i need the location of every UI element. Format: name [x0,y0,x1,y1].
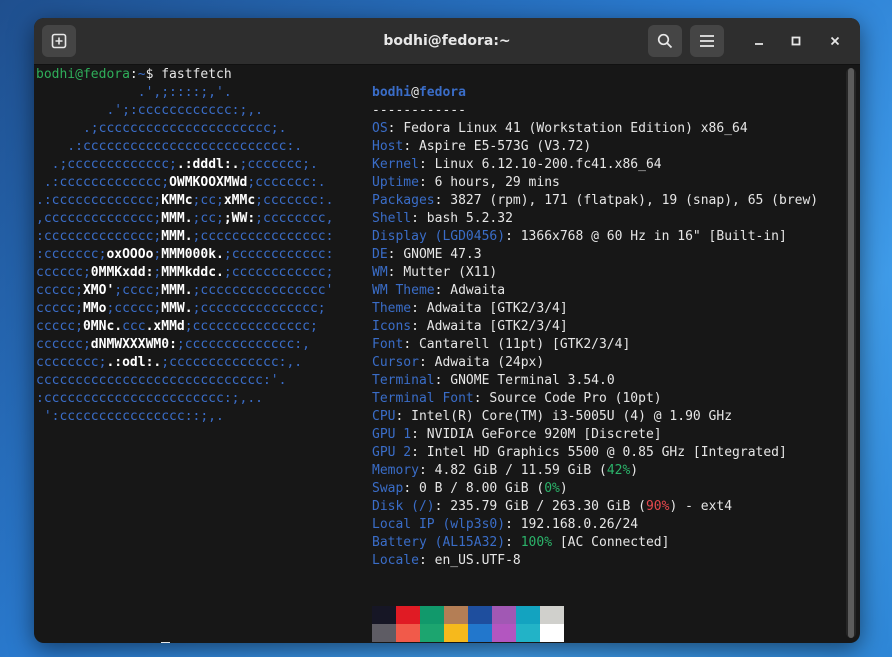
info-row: Uptime: 6 hours, 29 mins [372,175,560,190]
terminal-window: bodhi@fedora:~ bodhi@fedora:~$ fastfetch… [34,18,860,643]
minimize-icon [755,43,763,45]
palette-swatch [516,624,540,642]
info-row: Shell: bash 5.2.32 [372,211,513,226]
info-row: WM: Mutter (X11) [372,265,498,280]
palette-swatch [372,606,396,624]
logo-line: :ccccccccccccccccccccccc:;,.. [36,391,263,406]
scrollbar[interactable] [846,68,856,638]
info-row-memory: Memory: 4.82 GiB / 11.59 GiB (42%) [372,463,639,478]
maximize-icon [791,36,801,46]
palette-swatch [516,606,540,624]
minimize-button[interactable] [748,30,770,52]
maximize-button[interactable] [785,30,807,52]
logo-line: ccccc;XMO';cccc;MMM.;cccccccccccccccc' [36,283,334,298]
prompt-sep: : [129,67,138,82]
palette-swatch [492,624,516,642]
palette-swatch [396,606,420,624]
prompt-user-host: bodhi@fedora [36,67,130,82]
command-text: fastfetch [161,67,232,82]
palette-swatch [468,624,492,642]
info-host: fedora [418,85,466,100]
command-line: bodhi@fedora:~$ fastfetch [36,66,232,84]
logo-line: ccccccccccccccccccccccccccccc:'. [36,373,287,388]
prompt-path: ~ [137,67,146,82]
info-row: OS: Fedora Linux 41 (Workstation Edition… [372,121,748,136]
info-row: Terminal Font: Source Code Pro (10pt) [372,391,662,406]
info-row: GPU 2: Intel HD Graphics 5500 @ 0.85 GHz… [372,445,787,460]
logo-line: .:ccccccccccccc;KMMc;cc;xMMc;ccccccc:. [36,193,334,208]
info-row-swap: Swap: 0 B / 8.00 GiB (0%) [372,481,568,496]
info-row-battery: Battery (AL15A32): 100% [AC Connected] [372,535,670,550]
info-row: Font: Cantarell (11pt) [GTK2/3/4] [372,337,631,352]
info-row: Icons: Adwaita [GTK2/3/4] [372,319,568,334]
logo-line: .:ccccccccccccc;OWMKOOXMWd;ccccccc:. [36,175,326,190]
info-row: Theme: Adwaita [GTK2/3/4] [372,301,568,316]
info-row-locale: Locale: en_US.UTF-8 [372,553,521,568]
info-row-disk: Disk (/): 235.79 GiB / 263.30 GiB (90%) … [372,499,733,514]
info-row: Host: Aspire E5-573G (V3.72) [372,139,592,154]
scrollbar-thumb[interactable] [848,68,854,638]
logo-line: cccccc;0MMKxdd:;MMMkddc.;cccccccccccc; [36,265,334,280]
info-row: Packages: 3827 (rpm), 171 (flatpak), 19 … [372,193,819,208]
palette-swatch [420,606,444,624]
info-row-localip: Local IP (wlp3s0): 192.168.0.26/24 [372,517,639,532]
window-title: bodhi@fedora:~ [383,33,511,49]
search-button[interactable] [648,25,682,57]
palette-swatch [444,624,468,642]
palette-swatch [396,624,420,642]
info-row: Display (LGD0456): 1366x768 @ 60 Hz in 1… [372,229,787,244]
palette-swatch [420,624,444,642]
new-tab-icon [51,33,67,49]
info-at: @ [411,85,419,100]
hamburger-menu-icon [700,35,714,47]
menu-button[interactable] [690,25,724,57]
logo-line: .;ccccccccccccc;.:dddl:.;ccccccc;. [36,157,318,172]
info-rule: ------------ [372,103,466,118]
palette-swatch [540,624,564,642]
palette-swatch [540,606,564,624]
palette-swatch [444,606,468,624]
logo-line: :ccccccc;oxOOOo;MMM000k.;cccccccccccc: [36,247,334,262]
info-row: WM Theme: Adwaita [372,283,506,298]
logo-line: .;cccccccccccccccccccccc;. [36,121,287,136]
logo-line: ccccc;MMo;ccccc;MMW.;ccccccccccccccc; [36,301,326,316]
logo-line: .:cccccccccccccccccccccccccc:. [36,139,303,154]
terminal-output[interactable]: bodhi@fedora:~$ fastfetch .',;::::;,'. .… [36,66,844,643]
prompt-dollar: $ [145,67,154,82]
info-user: bodhi [372,85,412,100]
info-row: Terminal: GNOME Terminal 3.54.0 [372,373,615,388]
new-tab-button[interactable] [42,25,76,57]
logo-line: ':cccccccccccccccc::;,. [36,409,224,424]
logo-line: ccccc;0MNc.ccc.xMMd;ccccccccccccccc; [36,319,318,334]
logo-line: :cccccccccccccc;MMM.;cccccccccccccccc: [36,229,334,244]
palette-swatch [492,606,516,624]
info-row: Kernel: Linux 6.12.10-200.fc41.x86_64 [372,157,662,172]
info-row: GPU 1: NVIDIA GeForce 920M [Discrete] [372,427,662,442]
title-bar: bodhi@fedora:~ [34,18,860,65]
close-icon [830,36,840,46]
palette-swatch [468,606,492,624]
info-user-host: bodhi@fedora [372,84,466,102]
text-cursor [161,642,171,643]
logo-line: cccccccc;.:odl:.;cccccccccccccc:,. [36,355,303,370]
info-row: Cursor: Adwaita (24px) [372,355,545,370]
logo-line: cccccc;dNMWXXXWM0:;cccccccccccccc:, [36,337,310,352]
close-button[interactable] [824,30,846,52]
info-row: DE: GNOME 47.3 [372,247,482,262]
logo-line: ,cccccccccccccc;MMM.;cc;;WW:;cccccccc, [36,211,334,226]
palette-swatch [372,624,396,642]
logo-line: .';:cccccccccccc:;,. [36,103,263,118]
info-row: CPU: Intel(R) Core(TM) i3-5005U (4) @ 1.… [372,409,733,424]
search-icon [657,33,673,49]
logo-line: .',;::::;,'. [36,85,232,100]
active-prompt-line[interactable]: bodhi@fedora:~$ [36,642,171,643]
